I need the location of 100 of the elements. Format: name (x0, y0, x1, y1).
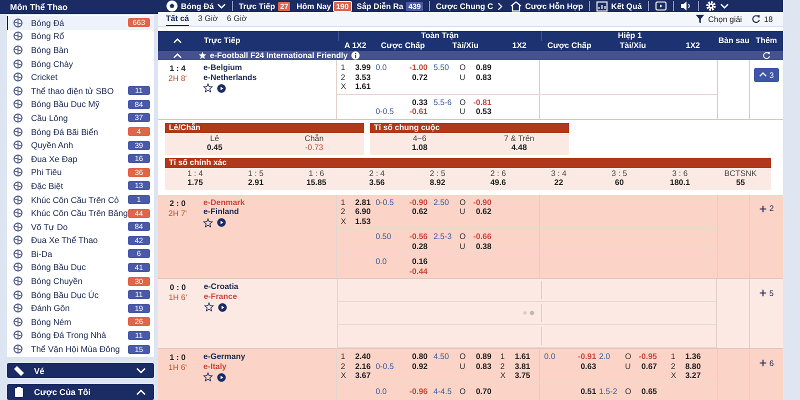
odds-value[interactable]: 0.62 (406, 207, 428, 216)
refresh-button[interactable]: 18 (750, 14, 773, 24)
more-markets-button[interactable]: 6 (756, 357, 777, 369)
favorite-button[interactable] (204, 302, 214, 312)
odds-value[interactable]: 6.90 (352, 207, 371, 216)
favorite-button[interactable] (203, 83, 214, 93)
ball-icon (13, 86, 23, 96)
time-filter-tab[interactable]: 3 Giờ (198, 12, 218, 26)
live-stream-button[interactable] (217, 84, 226, 92)
section-header[interactable]: Cược Của Tôi (7, 384, 154, 400)
odds-value[interactable]: 3.75 (512, 371, 530, 380)
league-filter-button[interactable]: Chọn giải (695, 14, 742, 24)
odds-value[interactable]: 55 (710, 178, 771, 188)
sound-button[interactable] (680, 0, 692, 12)
league-header[interactable]: e-Football F24 International Friendly (158, 51, 783, 60)
odds-value[interactable]: 0.80 (406, 352, 428, 362)
time-filter-tab[interactable]: 6 Giờ (226, 12, 247, 26)
odds-value[interactable]: 1.53 (352, 216, 371, 226)
outcome-label: 2 (340, 72, 346, 82)
more-markets-button[interactable]: 5 (756, 287, 777, 299)
odds-value[interactable]: 2.16 (352, 362, 371, 371)
live-stream-button[interactable] (217, 218, 226, 227)
live-stream-button[interactable] (217, 372, 226, 382)
odds-value[interactable]: 49.6 (468, 178, 528, 188)
handicap-line: 0.0 (543, 352, 556, 362)
odds-value[interactable]: 0.16 (406, 257, 428, 266)
odds-value[interactable]: 0.33 (406, 98, 428, 107)
odds-value[interactable]: -0.61 (406, 107, 428, 116)
odds-value[interactable]: 3.81 (512, 362, 530, 371)
odds-value[interactable]: 0.65 (637, 386, 657, 396)
odds-value[interactable]: 180.1 (650, 178, 710, 188)
sport-item[interactable]: Bóng Chày (7, 56, 154, 70)
time-filter-tab[interactable]: Tất cả (166, 12, 189, 26)
odds-value[interactable]: -0.73 (264, 143, 364, 152)
odds-value[interactable]: 1.36 (682, 352, 701, 362)
odds-value[interactable]: 0.72 (406, 72, 428, 82)
handicap-line: 2.5-3 (432, 232, 453, 242)
odds-value[interactable]: 0.83 (471, 72, 492, 82)
odds-value[interactable]: 22 (528, 178, 590, 188)
team-name: e-Croatia (204, 282, 240, 292)
ball-icon (13, 208, 23, 218)
sport-item[interactable]: Bóng Bàn (7, 43, 154, 57)
nav-tab[interactable]: Cược Chung C (436, 2, 504, 10)
odds-value[interactable]: -1.00 (406, 63, 428, 72)
sport-item[interactable]: Bóng Rổ (7, 30, 154, 44)
more-markets-button[interactable]: 3 (754, 68, 779, 82)
clipboard-icon (13, 386, 25, 398)
live-stream-button[interactable] (218, 302, 227, 312)
odds-value[interactable]: 8.80 (682, 362, 701, 371)
odds-value[interactable]: 1.61 (512, 352, 530, 362)
sport-selector[interactable]: Bóng Đá (166, 0, 226, 12)
ball-icon (13, 72, 23, 82)
odds-value[interactable]: 2.40 (352, 352, 371, 362)
column-header: A 1X2 (343, 41, 368, 51)
odds-value[interactable]: 3.67 (352, 371, 371, 380)
odds-value[interactable]: -0.81 (471, 98, 492, 107)
odds-value[interactable]: 1.75 (164, 178, 226, 188)
odds-value[interactable]: 0.28 (406, 242, 428, 251)
odds-value[interactable]: 0.67 (637, 362, 657, 371)
odds-value[interactable]: 0.70 (471, 386, 492, 396)
handicap-line: 0.0 (374, 63, 388, 72)
favorite-button[interactable] (203, 372, 214, 382)
more-markets-button[interactable]: 2 (756, 202, 777, 214)
odds-value[interactable]: 0.53 (471, 107, 492, 116)
odds-value[interactable]: 15.85 (286, 178, 347, 188)
star-outline-icon (203, 218, 214, 228)
star-outline-icon (204, 302, 214, 312)
odds-value[interactable]: 60 (589, 178, 650, 188)
odds-value[interactable]: 0.51 (574, 386, 596, 396)
odds-value[interactable]: 0.63 (574, 362, 596, 371)
odds-value[interactable]: 2.81 (352, 198, 371, 207)
results-button[interactable]: Kết Quả (596, 0, 642, 12)
odds-value[interactable]: 3.56 (346, 178, 408, 188)
tv-button[interactable] (654, 0, 667, 12)
odds-value[interactable]: 3.27 (682, 371, 701, 380)
odds-value[interactable]: 0.92 (406, 362, 428, 371)
odds-value[interactable]: 3.53 (352, 72, 371, 82)
odds-value[interactable]: 1.61 (352, 82, 371, 92)
sport-item[interactable]: Cricket (7, 70, 154, 84)
ball-icon (13, 180, 23, 191)
favorite-button[interactable] (203, 218, 214, 228)
odds-value[interactable]: 4.48 (469, 143, 569, 152)
odds-value[interactable]: 8.92 (407, 178, 468, 188)
ball-icon (13, 262, 23, 272)
odds-value[interactable]: 0.62 (471, 207, 492, 216)
odds-value[interactable]: 1.08 (370, 143, 470, 152)
odds-value[interactable]: 3.99 (352, 63, 371, 72)
plus-icon (759, 204, 768, 212)
parlay-button[interactable]: Cược Hỗn Hợp (510, 0, 584, 12)
odds-value[interactable]: 0.89 (471, 63, 492, 72)
outcome-label: 1 (340, 352, 346, 362)
column-header: Tài/Xỉu (618, 41, 647, 51)
odds-value[interactable]: 0.83 (471, 362, 492, 371)
odds-value[interactable]: 0.89 (471, 352, 492, 362)
section-header[interactable]: Vé (7, 362, 154, 378)
odds-value[interactable]: 0.45 (164, 143, 264, 152)
odds-value[interactable]: 2.91 (225, 178, 286, 188)
odds-value[interactable]: 0.38 (471, 242, 492, 251)
column-header: Hiệp 1 (540, 31, 718, 41)
settings-button[interactable] (704, 0, 729, 12)
